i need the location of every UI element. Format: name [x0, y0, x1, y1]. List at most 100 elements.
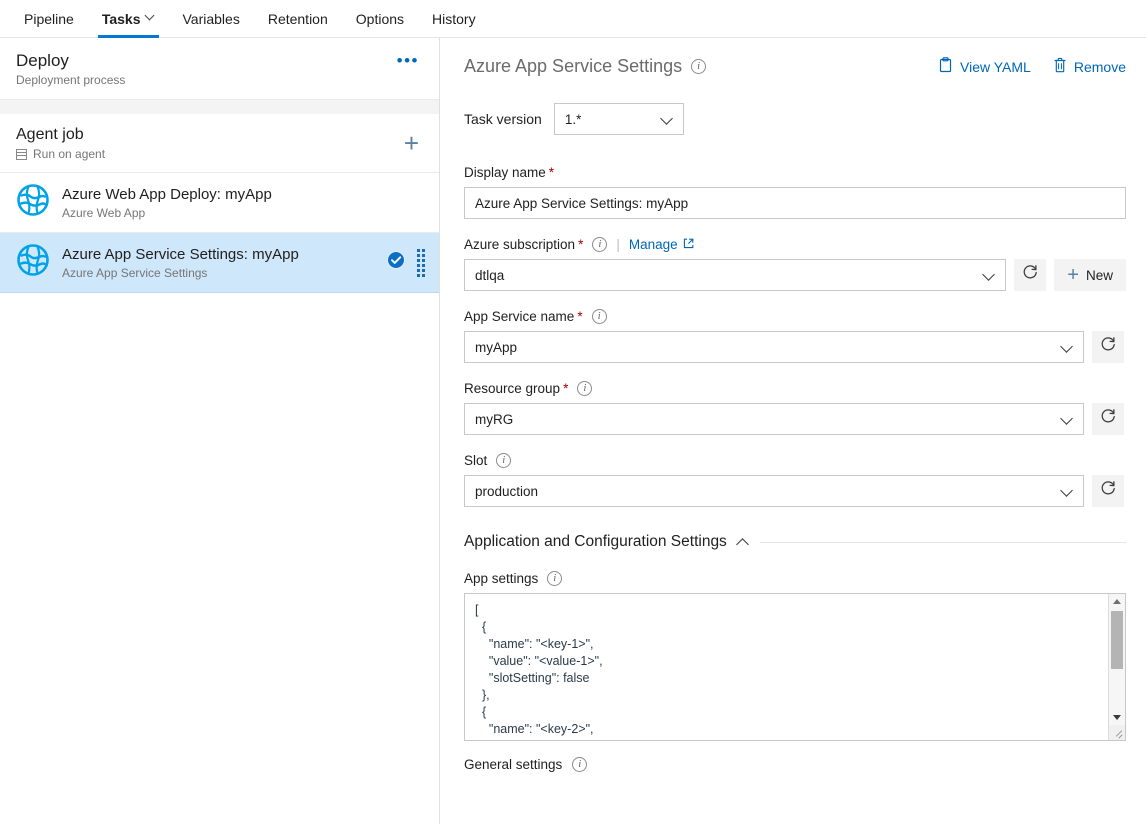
resource-group-field: Resource group * i myRG [464, 381, 1126, 435]
resource-group-select[interactable]: myRG [464, 403, 1084, 435]
azure-subscription-select[interactable]: dtlqa [464, 259, 1006, 291]
tab-options-label: Options [356, 11, 404, 27]
tab-retention-label: Retention [268, 11, 328, 27]
task-item-text: Azure Web App Deploy: myApp Azure Web Ap… [62, 185, 425, 220]
remove-button[interactable]: Remove [1053, 57, 1126, 76]
chevron-down-icon [1061, 341, 1073, 353]
manage-link[interactable]: Manage [629, 237, 694, 252]
view-yaml-button[interactable]: View YAML [938, 57, 1031, 76]
scrollbar-thumb[interactable] [1111, 611, 1123, 669]
tab-history[interactable]: History [418, 0, 490, 37]
app-service-name-controls: myApp [464, 331, 1126, 363]
chevron-down-icon [983, 269, 995, 281]
task-version-select[interactable]: 1.* [554, 103, 684, 135]
info-icon[interactable]: i [577, 381, 592, 396]
resize-grip-icon[interactable] [1109, 725, 1125, 740]
page-title: Azure App Service Settings [464, 56, 682, 77]
slot-select[interactable]: production [464, 475, 1084, 507]
agent-job-text: Agent job Run on agent [16, 125, 105, 161]
required-asterisk: * [549, 165, 554, 180]
server-icon [16, 149, 27, 160]
required-asterisk: * [578, 237, 583, 252]
info-icon[interactable]: i [547, 571, 562, 586]
section-divider [760, 542, 1126, 543]
general-settings-label-row: General settings i [464, 757, 1126, 772]
refresh-icon [1022, 264, 1039, 286]
tab-retention[interactable]: Retention [254, 0, 342, 37]
task-version-row: Task version 1.* [464, 103, 1126, 135]
info-icon[interactable]: i [496, 453, 511, 468]
more-options-icon[interactable]: ••• [393, 50, 423, 72]
label-separator: | [616, 237, 620, 252]
external-link-icon [683, 237, 694, 252]
new-service-connection-button[interactable]: + New [1054, 259, 1126, 291]
tab-pipeline[interactable]: Pipeline [10, 0, 88, 37]
azure-web-app-icon [16, 243, 50, 282]
tab-pipeline-label: Pipeline [24, 11, 74, 27]
refresh-azure-subscription-button[interactable] [1014, 259, 1046, 291]
drag-handle-icon[interactable] [417, 249, 425, 277]
task-enabled-check-icon [387, 251, 405, 274]
agent-job-subtitle: Run on agent [33, 147, 105, 161]
refresh-app-service-name-button[interactable] [1092, 331, 1124, 363]
app-settings-label-row: App settings i [464, 571, 1126, 586]
app-settings-textarea[interactable]: [ { "name": "<key-1>", "value": "<value-… [465, 594, 1108, 740]
azure-subscription-label-row: Azure subscription * i | Manage [464, 237, 1126, 252]
tab-variables-label: Variables [183, 11, 240, 27]
view-yaml-label: View YAML [960, 59, 1031, 75]
refresh-icon [1100, 408, 1117, 430]
deploy-process-header: Deploy Deployment process ••• [0, 38, 439, 100]
task-item-type: Azure App Service Settings [62, 266, 387, 280]
slot-field: Slot i production [464, 453, 1126, 507]
tab-tasks[interactable]: Tasks [88, 0, 169, 37]
tab-options[interactable]: Options [342, 0, 418, 37]
task-list-item-azure-web-app-deploy[interactable]: Azure Web App Deploy: myApp Azure Web Ap… [0, 173, 439, 233]
resource-group-label-row: Resource group * i [464, 381, 1126, 396]
application-configuration-section-header[interactable]: Application and Configuration Settings [464, 533, 1126, 551]
tasks-sidebar: Deploy Deployment process ••• Agent job … [0, 38, 440, 824]
agent-job-title: Agent job [16, 125, 105, 145]
app-service-name-label: App Service name [464, 309, 574, 324]
remove-label: Remove [1074, 59, 1126, 75]
deploy-process-text: Deploy Deployment process [16, 50, 125, 87]
scroll-up-arrow-icon[interactable] [1109, 594, 1125, 609]
display-name-label-row: Display name * [464, 165, 1126, 180]
task-list-item-azure-app-service-settings[interactable]: Azure App Service Settings: myApp Azure … [0, 233, 439, 293]
chevron-up-icon[interactable] [737, 536, 750, 549]
top-navigation-bar: Pipeline Tasks Variables Retention Optio… [0, 0, 1146, 38]
info-icon[interactable]: i [572, 757, 587, 772]
new-button-label: New [1086, 268, 1113, 283]
resource-group-controls: myRG [464, 403, 1126, 435]
app-service-name-select[interactable]: myApp [464, 331, 1084, 363]
task-version-value: 1.* [565, 112, 582, 127]
clipboard-icon [938, 57, 953, 76]
panel-title-wrap: Azure App Service Settings i [464, 56, 706, 77]
task-item-text: Azure App Service Settings: myApp Azure … [62, 245, 387, 280]
info-icon[interactable]: i [592, 237, 607, 252]
display-name-input[interactable] [464, 187, 1126, 219]
refresh-resource-group-button[interactable] [1092, 403, 1124, 435]
chevron-down-icon [661, 113, 673, 125]
azure-subscription-controls: dtlqa + New [464, 259, 1126, 291]
tab-variables[interactable]: Variables [169, 0, 254, 37]
required-asterisk: * [563, 381, 568, 396]
plus-icon: + [1067, 267, 1079, 283]
manage-link-label: Manage [629, 237, 678, 252]
main-content-area: Deploy Deployment process ••• Agent job … [0, 38, 1146, 824]
task-item-name: Azure App Service Settings: myApp [62, 245, 387, 264]
app-settings-scrollbar[interactable] [1108, 594, 1125, 740]
scroll-down-arrow-icon[interactable] [1109, 710, 1125, 725]
info-icon[interactable]: i [592, 309, 607, 324]
slot-label: Slot [464, 453, 487, 468]
deploy-process-title: Deploy [16, 50, 125, 72]
agent-job-row[interactable]: Agent job Run on agent + [0, 114, 439, 173]
azure-subscription-field: Azure subscription * i | Manage dtlqa [464, 237, 1126, 291]
azure-web-app-icon [16, 183, 50, 222]
deploy-process-subtitle: Deployment process [16, 73, 125, 87]
scrollbar-track[interactable] [1109, 609, 1125, 710]
tab-history-label: History [432, 11, 476, 27]
info-icon[interactable]: i [691, 59, 706, 74]
refresh-slot-button[interactable] [1092, 475, 1124, 507]
add-task-button[interactable]: + [400, 133, 423, 153]
panel-header: Azure App Service Settings i View YAML [464, 56, 1126, 77]
